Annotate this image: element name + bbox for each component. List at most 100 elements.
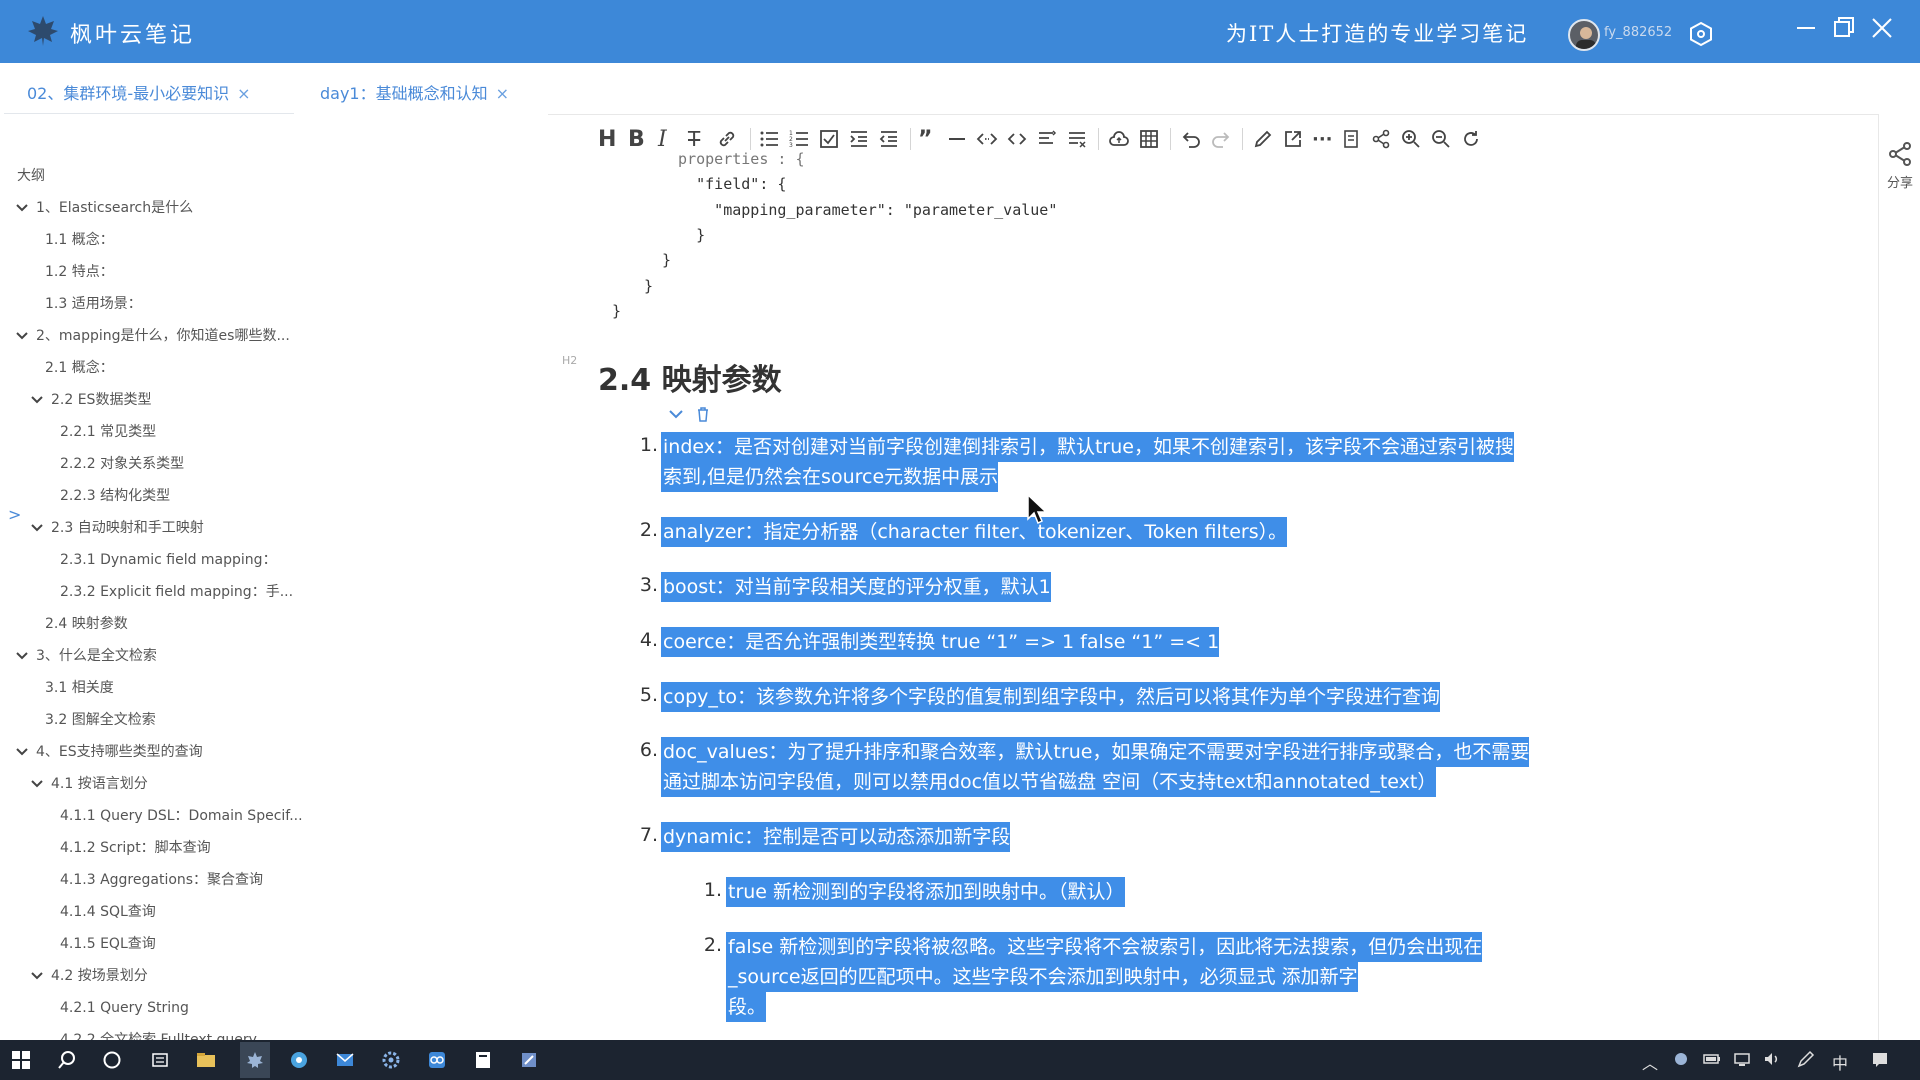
outline-item[interactable]: 2.2.1 常见类型 <box>60 422 156 442</box>
list-item-text[interactable]: index：是否对创建对当前字段创建倒排索引，默认true，如果不创建索引，该字… <box>661 432 1514 462</box>
list-item-text[interactable]: copy_to：该参数允许将多个字段的值复制到组字段中，然后可以将其作为单个字段… <box>661 682 1440 712</box>
cloud-upload-icon[interactable] <box>1108 124 1130 154</box>
open-external-icon[interactable] <box>1282 124 1304 154</box>
outline-item[interactable]: 4.1.2 Script：脚本查询 <box>60 838 211 858</box>
task-view-icon[interactable] <box>147 1048 173 1072</box>
windows-start-icon[interactable] <box>8 1048 34 1072</box>
share-button[interactable]: 分享 <box>1882 140 1918 191</box>
chevron-down-icon[interactable] <box>16 742 30 762</box>
outline-item[interactable]: 4、ES支持哪些类型的查询 <box>16 742 203 762</box>
search-icon[interactable] <box>54 1048 80 1072</box>
tab-cluster-env[interactable]: 02、集群环境-最小必要知识 × <box>27 80 251 104</box>
horizontal-rule-icon[interactable] <box>946 124 968 154</box>
chevron-down-icon[interactable] <box>31 518 45 538</box>
outline-item[interactable]: 2.3.1 Dynamic field mapping： <box>60 550 277 570</box>
outline-item[interactable]: 2.4 映射参数 <box>45 614 128 634</box>
undo-icon[interactable] <box>1180 124 1202 154</box>
outline-item[interactable]: 4.1.3 Aggregations：聚合查询 <box>60 870 263 890</box>
copy-doc-icon[interactable] <box>1340 124 1362 154</box>
avatar[interactable] <box>1568 19 1600 51</box>
list-item-text[interactable]: dynamic：控制是否可以动态添加新字段 <box>661 822 1011 852</box>
ime-indicator[interactable]: 中 <box>1832 1050 1848 1074</box>
zoom-in-icon[interactable] <box>1400 124 1422 154</box>
volume-icon[interactable] <box>1762 1050 1782 1072</box>
indent-icon[interactable] <box>848 124 870 154</box>
outline-item[interactable]: 1.2 特点： <box>45 262 114 282</box>
block-controls[interactable] <box>668 406 710 422</box>
app-link-icon[interactable] <box>424 1048 450 1072</box>
share-nodes-icon[interactable] <box>1370 124 1392 154</box>
app-maple-note-icon[interactable] <box>240 1042 270 1078</box>
code-block-icon[interactable] <box>1006 124 1028 154</box>
chevron-down-icon[interactable] <box>31 774 45 794</box>
sublist-item-text[interactable]: false 新检测到的字段将被忽略。这些字段将不会被索引，因此将无法搜索，但仍会… <box>726 932 1483 962</box>
outline-item[interactable]: 2.2.2 对象关系类型 <box>60 454 184 474</box>
outline-item[interactable]: 2.2 ES数据类型 <box>31 390 151 410</box>
outline-item[interactable]: 4.1.1 Query DSL：Domain Specif... <box>60 806 303 826</box>
chevron-down-icon[interactable] <box>16 646 30 666</box>
outline-item[interactable]: 4.2 按场景划分 <box>31 966 148 986</box>
outline-item[interactable]: 2.3.2 Explicit field mapping：手... <box>60 582 293 602</box>
code-inline-icon[interactable] <box>976 124 998 154</box>
outline-item[interactable]: 4.2.1 Query String <box>60 998 189 1018</box>
tab-close-icon[interactable]: × <box>237 84 250 103</box>
app-notes-icon[interactable] <box>470 1048 496 1072</box>
cortana-icon[interactable] <box>99 1048 125 1072</box>
list-item-text[interactable]: analyzer：指定分析器（character filter、tokenize… <box>661 517 1288 547</box>
outline-item[interactable]: 3.2 图解全文检索 <box>45 710 156 730</box>
outline-item[interactable]: 4.2.2 全文检索 Fulltext query <box>60 1030 257 1040</box>
table-icon[interactable] <box>1138 124 1160 154</box>
zoom-out-icon[interactable] <box>1430 124 1452 154</box>
outline-item[interactable]: 3.1 相关度 <box>45 678 114 698</box>
list-item-text[interactable]: coerce：是否允许强制类型转换 true “1” => 1 false “1… <box>661 627 1220 657</box>
minimize-icon[interactable] <box>1792 14 1820 42</box>
refresh-icon[interactable] <box>1460 124 1482 154</box>
edit-pencil-icon[interactable] <box>1252 124 1274 154</box>
file-explorer-icon[interactable] <box>193 1048 219 1072</box>
outline-item[interactable]: 2、mapping是什么，你知道es哪些数... <box>16 326 290 346</box>
network-icon[interactable] <box>1732 1050 1752 1072</box>
pen-icon[interactable] <box>1796 1050 1816 1072</box>
align-icon[interactable] <box>1036 124 1058 154</box>
sidebar-expand-icon[interactable]: > <box>8 505 21 524</box>
outline-item[interactable]: 1、Elasticsearch是什么 <box>16 198 193 218</box>
list-item-text[interactable]: doc_values：为了提升排序和聚合效率，默认true，如果确定不需要对字段… <box>661 737 1530 767</box>
sublist-item-text[interactable]: _source返回的匹配项中。这些字段不会添加到映射中，必须显式 添加新字 <box>726 962 1358 992</box>
collapse-chevron-icon[interactable] <box>668 408 684 420</box>
more-icon[interactable]: ··· <box>1312 124 1333 154</box>
chevron-down-icon[interactable] <box>31 966 45 986</box>
outline-item[interactable]: 3、什么是全文检索 <box>16 646 157 666</box>
app-browser-icon[interactable] <box>286 1048 312 1072</box>
tab-day1[interactable]: day1：基础概念和认知 × <box>320 80 509 104</box>
chevron-down-icon[interactable] <box>16 198 30 218</box>
battery-icon[interactable] <box>1702 1050 1722 1072</box>
list-item-text[interactable]: boost：对当前字段相关度的评分权重，默认1 <box>661 572 1051 602</box>
tray-app-icon[interactable] <box>1672 1050 1690 1072</box>
text-format-icon[interactable] <box>1066 124 1088 154</box>
settings-hexagon-icon[interactable] <box>1688 21 1714 47</box>
app-editor-icon[interactable] <box>516 1048 542 1072</box>
outdent-icon[interactable] <box>878 124 900 154</box>
sublist-item-text[interactable]: true 新检测到的字段将添加到映射中。（默认） <box>726 877 1125 907</box>
redo-icon[interactable] <box>1210 124 1232 154</box>
tab-close-icon[interactable]: × <box>496 84 509 103</box>
quote-icon[interactable]: ” <box>918 124 932 154</box>
delete-trash-icon[interactable] <box>696 406 710 422</box>
checklist-icon[interactable] <box>818 124 840 154</box>
outline-item[interactable]: 4.1.4 SQL查询 <box>60 902 156 922</box>
notification-icon[interactable] <box>1870 1050 1890 1072</box>
heading-icon[interactable]: H <box>598 124 616 154</box>
sublist-item-text[interactable]: 段。 <box>726 992 767 1022</box>
tray-expand-icon[interactable]: ︿ <box>1642 1050 1658 1074</box>
chevron-down-icon[interactable] <box>16 326 30 346</box>
outline-item[interactable]: 4.1.5 EQL查询 <box>60 934 156 954</box>
list-item-text[interactable]: 通过脚本访问字段值，则可以禁用doc值以节省磁盘 空间（不支持text和anno… <box>661 767 1437 797</box>
restore-icon[interactable] <box>1830 14 1858 42</box>
username[interactable]: fy_882652 <box>1604 25 1672 40</box>
outline-item[interactable]: 2.1 概念： <box>45 358 114 378</box>
bold-icon[interactable]: B <box>628 124 645 154</box>
app-mail-icon[interactable] <box>332 1048 358 1072</box>
list-item-text[interactable]: 索到,但是仍然会在source元数据中展示 <box>661 462 999 492</box>
outline-item[interactable]: 4.1 按语言划分 <box>31 774 148 794</box>
outline-item[interactable]: 1.1 概念： <box>45 230 114 250</box>
